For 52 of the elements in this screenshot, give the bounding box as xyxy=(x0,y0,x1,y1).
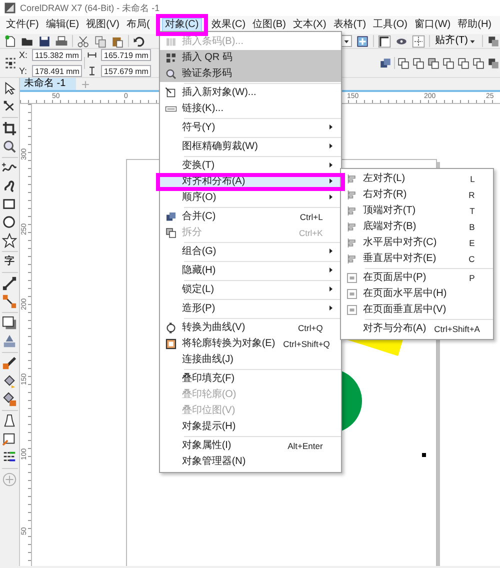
window-title: CorelDRAW X7 (64-Bit) - 未命名 -1 xyxy=(20,3,160,13)
menu-item[interactable]: 对象属性(I) Alt+Enter xyxy=(160,438,341,454)
menu-item[interactable]: 在页面水平居中(H) xyxy=(340,286,493,302)
x-position-field[interactable]: 115.382 mm xyxy=(32,49,82,61)
menu-item[interactable]: 插入 QR 码 xyxy=(160,50,341,66)
x-label: X: xyxy=(19,50,28,60)
y-label: Y: xyxy=(19,66,28,76)
menu-item[interactable]: 链接(K)... xyxy=(160,101,341,117)
menu-item[interactable]: 工具(O) xyxy=(370,18,411,32)
menu-item[interactable]: 文本(X) xyxy=(290,18,330,32)
menu-item[interactable]: 在页面居中(P) P xyxy=(340,270,493,286)
menu-item[interactable]: 右对齐(R) R xyxy=(340,187,493,203)
menu-item[interactable]: 对象(C) xyxy=(162,18,202,32)
menu-item[interactable]: 将轮廓转换为对象(E) Ctrl+Shift+Q xyxy=(160,336,341,352)
menu-item[interactable]: 转换为曲线(V) Ctrl+Q xyxy=(160,320,341,336)
menu-item[interactable]: 变换(T) xyxy=(160,158,341,174)
text-tool[interactable]: 字 xyxy=(4,255,14,269)
menu-item[interactable]: 表格(T) xyxy=(330,18,370,32)
menu-item[interactable]: 布局( xyxy=(123,18,153,32)
menu-item[interactable]: 垂直居中对齐(E) C xyxy=(340,251,493,267)
menu-item[interactable]: 锁定(L) xyxy=(160,282,341,298)
menu-item[interactable]: 组合(G) xyxy=(160,244,341,260)
menu-item[interactable]: 水平居中对齐(C) E xyxy=(340,235,493,251)
menu-item[interactable]: 叠印填充(F) xyxy=(160,371,341,387)
menu-item[interactable]: 顺序(O) xyxy=(160,190,341,206)
y-position-field[interactable]: 178.491 mm xyxy=(32,65,82,77)
height-field[interactable]: 157.679 mm xyxy=(101,65,151,77)
menu-item[interactable]: 合并(C) Ctrl+L xyxy=(160,209,341,225)
menu-item[interactable]: 顶端对齐(T) T xyxy=(340,203,493,219)
menu-item[interactable]: 图框精确剪裁(W) xyxy=(160,139,341,155)
menu-item[interactable]: 视图(V) xyxy=(83,18,122,32)
width-field[interactable]: 165.719 mm xyxy=(101,49,151,61)
menu-item[interactable]: 隐藏(H) xyxy=(160,263,341,279)
menu-item[interactable]: 窗口(W) xyxy=(412,18,454,32)
menu-item[interactable]: 左对齐(L) L xyxy=(340,171,493,187)
menu-item[interactable]: 文件(F) xyxy=(3,18,42,32)
menu-item[interactable]: 底端对齐(B) B xyxy=(340,219,493,235)
menu-item[interactable]: 编辑(E) xyxy=(42,18,82,32)
snap-button[interactable]: 贴齐(T) xyxy=(434,35,478,47)
menu-item[interactable]: 在页面垂直居中(V) xyxy=(340,302,493,318)
menu-item[interactable]: 对齐与分布(A) Ctrl+Shift+A xyxy=(340,321,493,337)
menu-item[interactable]: 帮助(H) xyxy=(454,18,495,32)
document-tab[interactable]: 未命名 -1 xyxy=(20,78,76,90)
menu-item[interactable]: 符号(Y) xyxy=(160,120,341,136)
menu-item[interactable]: 效果(C) xyxy=(208,18,249,32)
menu-item[interactable]: 位图(B) xyxy=(250,18,289,32)
menu-item[interactable]: 造形(P) xyxy=(160,301,341,317)
menu-item[interactable]: 对象提示(H) xyxy=(160,419,341,435)
menu-item[interactable]: 验证条形码 xyxy=(160,66,341,82)
menu-item[interactable]: 对象管理器(N) xyxy=(160,454,341,470)
menu-item[interactable]: 连接曲线(J) xyxy=(160,352,341,368)
menu-item[interactable]: 插入新对象(W)... xyxy=(160,85,341,101)
